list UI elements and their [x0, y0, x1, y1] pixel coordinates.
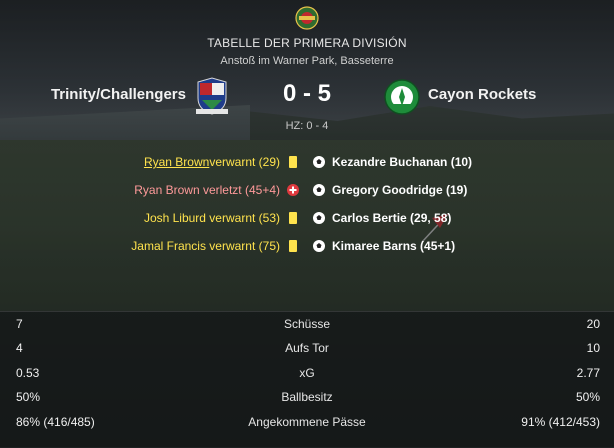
stat-away-value: 10	[586, 341, 600, 356]
stat-label: xG	[299, 365, 315, 380]
football-icon	[313, 184, 325, 196]
away-team-name[interactable]: Cayon Rockets	[428, 86, 536, 103]
away-events: Kezandre Buchanan (10) Gregory Goodridge…	[312, 148, 612, 260]
event-text: Jamal Francis verwarnt (75)	[131, 239, 280, 253]
event-text: Ryan Brown verletzt (45+4)	[134, 183, 280, 197]
stat-away-value: 50%	[575, 390, 600, 405]
home-event-row: Jamal Francis verwarnt (75)	[0, 232, 304, 260]
event-text: verwarnt (29)	[209, 155, 280, 169]
home-event-row: Ryan Brown verwarnt (29)	[0, 148, 304, 176]
away-event-row: Gregory Goodridge (19)	[312, 176, 612, 204]
stat-label: Aufs Tor	[285, 341, 329, 356]
goal-scorer[interactable]: Gregory Goodridge (19)	[332, 183, 467, 197]
stat-away-value: 2.77	[576, 365, 600, 380]
venue-text: Anstoß im Warner Park, Basseterre	[220, 55, 394, 67]
football-icon	[313, 240, 325, 252]
yellow-card-icon	[289, 240, 297, 252]
goal-scorer[interactable]: Carlos Bertie (29, 58)	[332, 211, 451, 225]
goal-scorer[interactable]: Kezandre Buchanan (10)	[332, 155, 472, 169]
stat-label: Ballbesitz	[281, 390, 333, 405]
yellow-card-icon	[289, 212, 297, 224]
stat-row-xg: 0.53 xG 2.77	[0, 361, 614, 385]
home-event-row: Josh Liburd verwarnt (53)	[0, 204, 304, 232]
stat-away-value: 91% (412/453)	[521, 414, 600, 429]
stat-away-value: 20	[586, 317, 600, 331]
goal-scorer[interactable]: Kimaree Barns (45+1)	[332, 239, 455, 253]
home-event-row: Ryan Brown verletzt (45+4)	[0, 176, 304, 204]
league-crest-icon	[295, 6, 319, 30]
page-title: TABELLE DER PRIMERA DIVISIÓN	[207, 36, 407, 50]
stat-row-shots: 7 Schüsse 20	[0, 312, 614, 336]
away-event-row: Kezandre Buchanan (10)	[312, 148, 612, 176]
football-icon	[313, 212, 325, 224]
stat-row-passes: 86% (416/485) Angekommene Pässe 91% (412…	[0, 410, 614, 434]
away-event-row: Kimaree Barns (45+1)	[312, 232, 612, 260]
home-events: Ryan Brown verwarnt (29) Ryan Brown verl…	[0, 148, 304, 260]
match-stats-panel: 7 Schüsse 20 4 Aufs Tor 10 0.53 xG 2.77 …	[0, 311, 614, 448]
event-text: Josh Liburd verwarnt (53)	[143, 211, 280, 225]
yellow-card-icon	[289, 156, 297, 168]
cayon-rockets-crest-icon[interactable]	[384, 78, 420, 116]
injury-icon	[287, 184, 299, 196]
player-link[interactable]: Ryan Brown	[144, 155, 209, 169]
football-icon	[313, 156, 325, 168]
away-event-row: Carlos Bertie (29, 58)	[312, 204, 612, 232]
stat-row-possession: 50% Ballbesitz 50%	[0, 385, 614, 409]
stat-label: Schüsse	[283, 317, 331, 331]
halftime-score: HZ: 0 - 4	[285, 120, 329, 132]
stat-row-on-target: 4 Aufs Tor 10	[0, 336, 614, 360]
